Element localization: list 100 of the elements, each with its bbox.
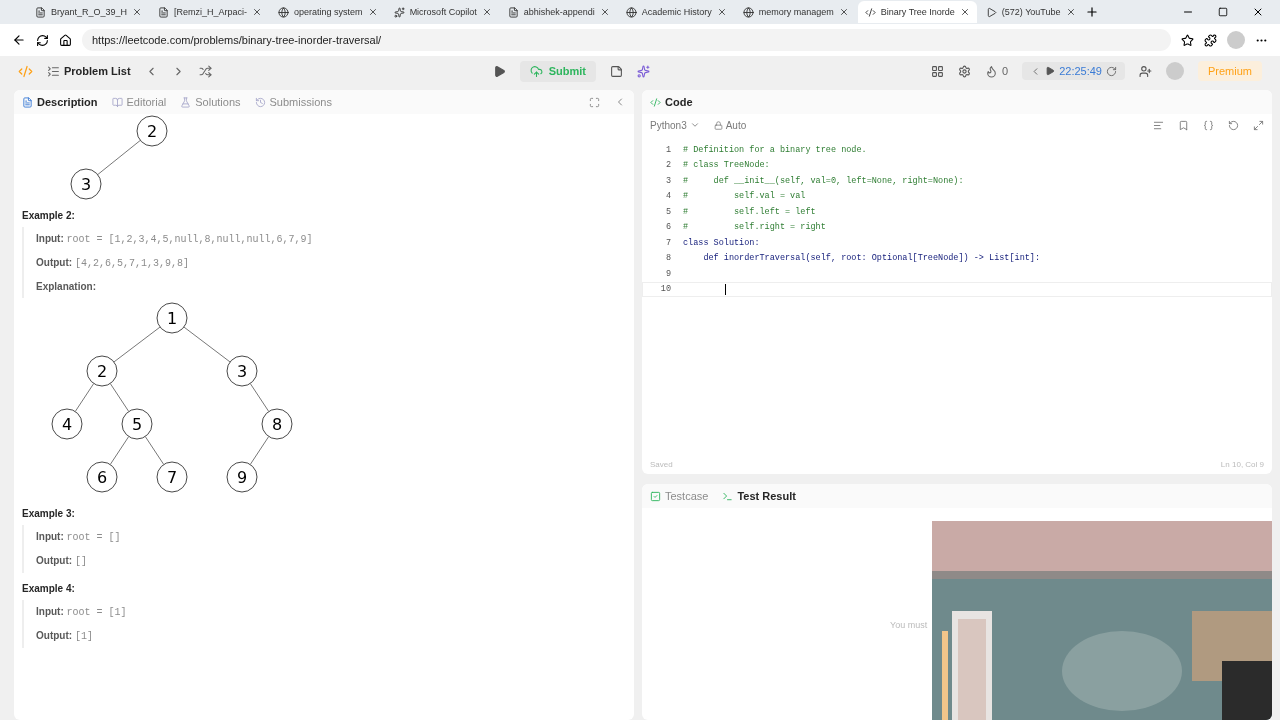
language-select[interactable]: Python3 [650, 119, 700, 131]
shuffle-icon[interactable] [198, 64, 212, 78]
browser-tab[interactable]: Binary Tree Inorde [857, 1, 977, 23]
tree-edge [249, 383, 270, 412]
tab-icon [393, 6, 405, 18]
line-number: 6 [664, 222, 671, 233]
extensions-icon[interactable] [1204, 33, 1217, 47]
tree-node: 1 [156, 302, 188, 334]
layout-icon[interactable] [931, 64, 945, 78]
fullscreen-icon[interactable] [589, 96, 600, 108]
expand-icon[interactable] [1253, 119, 1264, 131]
braces-icon[interactable] [1203, 119, 1214, 131]
tab-icon [625, 6, 637, 18]
close-icon[interactable] [367, 7, 378, 17]
note-icon[interactable] [609, 64, 623, 78]
tree-edge [183, 326, 231, 363]
favorite-icon[interactable] [1181, 33, 1194, 47]
home-icon[interactable] [59, 33, 72, 47]
invite-icon[interactable] [1139, 64, 1152, 78]
example-line: Input: root = [1,2,3,4,5,null,8,null,null,6,7,9] [36, 233, 313, 244]
run-icon[interactable] [492, 64, 506, 78]
address-bar[interactable]: https://leetcode.com/problems/binary-tree-inorder-traversal/ [82, 29, 1171, 51]
flask-icon [180, 96, 192, 108]
panel-tab[interactable]: Test Result [722, 490, 796, 502]
close-icon[interactable] [252, 7, 263, 17]
flame-icon [985, 64, 999, 78]
maximize-icon[interactable] [1218, 7, 1228, 17]
code-line: # def __init__(self, val=0, left=None, right=None): [683, 175, 964, 186]
close-icon[interactable] [481, 7, 492, 17]
close-icon[interactable] [132, 7, 143, 17]
close-icon[interactable] [1252, 6, 1264, 18]
terminal-icon [722, 490, 734, 502]
reload-icon[interactable] [36, 33, 49, 47]
checkbox-icon [650, 490, 661, 502]
tree-edge [109, 383, 130, 412]
line-number: 2 [664, 160, 671, 171]
tree-node: 2 [136, 115, 168, 147]
browser-tab[interactable]: (572) YouTube [978, 1, 1083, 23]
tree-node: 3 [226, 355, 258, 387]
history-icon [254, 96, 266, 108]
browser-tab[interactable]: abhishek-appendi [500, 1, 617, 23]
code-icon [650, 96, 661, 108]
browser-tab[interactable]: [Remzi_H_Arpaci- [151, 1, 270, 23]
tree-node: 7 [156, 461, 188, 493]
new-tab-icon[interactable] [1084, 5, 1099, 19]
browser-tab[interactable]: operating system [271, 1, 385, 23]
sparkles-icon[interactable] [636, 64, 650, 78]
mode-label[interactable]: Auto [713, 119, 747, 131]
lock-icon [713, 120, 723, 130]
line-number: 4 [664, 191, 671, 202]
close-icon[interactable] [959, 7, 970, 17]
code-tab[interactable]: Code [650, 96, 693, 108]
code-line: # self.val = val [683, 191, 806, 202]
text-cursor [725, 283, 726, 295]
caret-icon [689, 120, 700, 130]
close-icon[interactable] [838, 7, 849, 17]
example-heading: Example 3: [22, 508, 76, 519]
tab-icon [742, 6, 754, 18]
play-icon[interactable] [1045, 66, 1056, 76]
reset-icon[interactable] [1106, 65, 1117, 77]
tree-node: 8 [261, 408, 293, 440]
tab-icon [35, 6, 46, 18]
tree-node: 9 [226, 461, 258, 493]
tree-edge [113, 326, 161, 363]
tab-icon [507, 6, 519, 18]
tree-edge [74, 383, 95, 412]
line-number: 10 [659, 284, 671, 295]
reset-icon[interactable] [1228, 119, 1239, 131]
line-number: 1 [664, 144, 671, 155]
example-heading: Example 2: [22, 210, 76, 221]
tree-node: 5 [121, 408, 153, 440]
browser-tab[interactable]: memory managem [735, 1, 856, 23]
tree-node: 2 [86, 355, 118, 387]
document-icon [22, 96, 33, 108]
code-line: def inorderTraversal(self, root: Optional[TreeNode]) -> List[int]: [702, 253, 1041, 264]
line-number: 8 [664, 253, 671, 264]
browser-tab[interactable]: Microsoft Copilot [386, 1, 499, 23]
timer[interactable]: 22:25:49 [1022, 62, 1125, 80]
browser-tab[interactable]: Academic History [618, 1, 734, 23]
example-line: Input: root = [] [36, 531, 121, 542]
close-icon[interactable] [599, 7, 610, 17]
tree-node: 3 [70, 168, 102, 200]
tab-icon [278, 6, 290, 18]
close-icon[interactable] [1065, 7, 1076, 17]
close-icon[interactable] [716, 7, 727, 17]
back-icon[interactable] [12, 33, 26, 47]
format-icon[interactable] [1153, 119, 1164, 131]
upload-icon [529, 64, 543, 78]
bookmark-icon[interactable] [1178, 119, 1189, 131]
line-number: 5 [664, 206, 671, 217]
panel-tab[interactable]: Description [22, 96, 98, 108]
example-line: Output: [] [36, 555, 87, 566]
book-icon [111, 96, 123, 108]
problem-list-link[interactable]: Problem List [47, 64, 131, 78]
streak-counter[interactable]: 0 [985, 64, 1009, 78]
example-heading: Example 4: [22, 583, 76, 594]
settings-icon[interactable] [958, 64, 972, 78]
example-line: Output: [4,2,6,5,7,1,3,9,8] [36, 257, 189, 268]
browser-tab[interactable]: Bryant_R_O_39_H [28, 1, 150, 23]
example-line: Explanation: [36, 281, 96, 292]
